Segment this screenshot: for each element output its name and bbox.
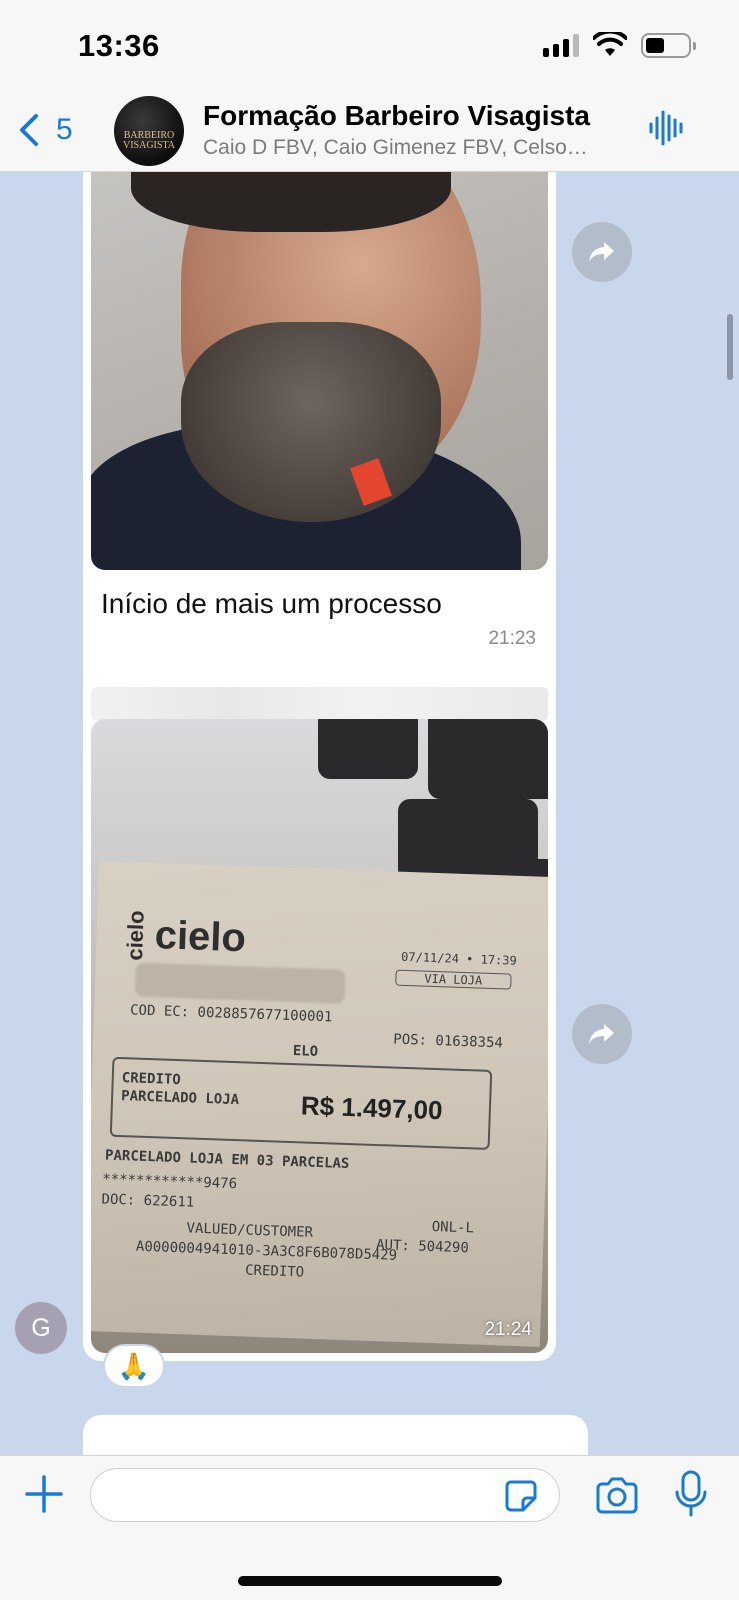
plus-icon[interactable]: [24, 1474, 64, 1514]
message-caption: Início de mais um processo: [101, 588, 442, 619]
blurred-merchant: [134, 962, 346, 1004]
wifi-icon: [593, 32, 627, 56]
input-bar: [0, 1455, 739, 1600]
microphone-icon[interactable]: [673, 1470, 709, 1518]
receipt-amount: R$ 1.497,00: [300, 1090, 444, 1126]
sender-avatar[interactable]: G: [15, 1302, 67, 1354]
group-members[interactable]: Caio D FBV, Caio Gimenez FBV, Celso…: [203, 136, 623, 160]
message-time: 21:23: [488, 628, 536, 649]
group-title[interactable]: Formação Barbeiro Visagista: [203, 100, 633, 132]
chat-area[interactable]: Início de mais um processo 21:23 cielo c…: [0, 172, 739, 1455]
message-input[interactable]: [90, 1468, 560, 1522]
status-time: 13:36: [78, 28, 160, 63]
avatar-logo: BARBEIRO VISAGISTA: [123, 130, 175, 151]
chevron-left-icon: [20, 114, 38, 146]
scrollbar[interactable]: [727, 314, 733, 380]
home-indicator[interactable]: [238, 1576, 502, 1586]
message-time: 21:24: [484, 1319, 532, 1340]
camera-icon[interactable]: [594, 1476, 640, 1516]
message-photo[interactable]: [91, 172, 548, 570]
forward-arrow-icon: [589, 242, 614, 262]
forward-button[interactable]: [572, 1004, 632, 1064]
voice-wave-icon[interactable]: [647, 108, 687, 148]
receipt-brand: cielo: [154, 913, 247, 961]
blurred-sender: [91, 687, 548, 721]
unread-count: 5: [56, 113, 73, 146]
status-icons: [543, 32, 696, 58]
status-bar: 13:36: [0, 0, 739, 92]
back-button[interactable]: 5: [14, 110, 73, 150]
cellular-signal-icon: [543, 33, 579, 57]
sticker-icon[interactable]: [503, 1478, 539, 1514]
chat-header: 5 BARBEIRO VISAGISTA Formação Barbeiro V…: [0, 92, 739, 172]
receipt-image: cielo cielo 07/11/24 • 17:39 VIA LOJA CO…: [91, 861, 548, 1347]
battery-icon: [641, 32, 696, 58]
forward-button[interactable]: [572, 222, 632, 282]
group-avatar[interactable]: BARBEIRO VISAGISTA: [114, 96, 184, 166]
message-bubble[interactable]: [83, 1415, 588, 1455]
reaction-badge[interactable]: 🙏: [103, 1344, 165, 1388]
battery-level: [646, 37, 664, 53]
message-bubble[interactable]: cielo cielo 07/11/24 • 17:39 VIA LOJA CO…: [83, 679, 556, 1361]
forward-arrow-icon: [589, 1024, 614, 1044]
message-photo[interactable]: cielo cielo 07/11/24 • 17:39 VIA LOJA CO…: [91, 719, 548, 1353]
